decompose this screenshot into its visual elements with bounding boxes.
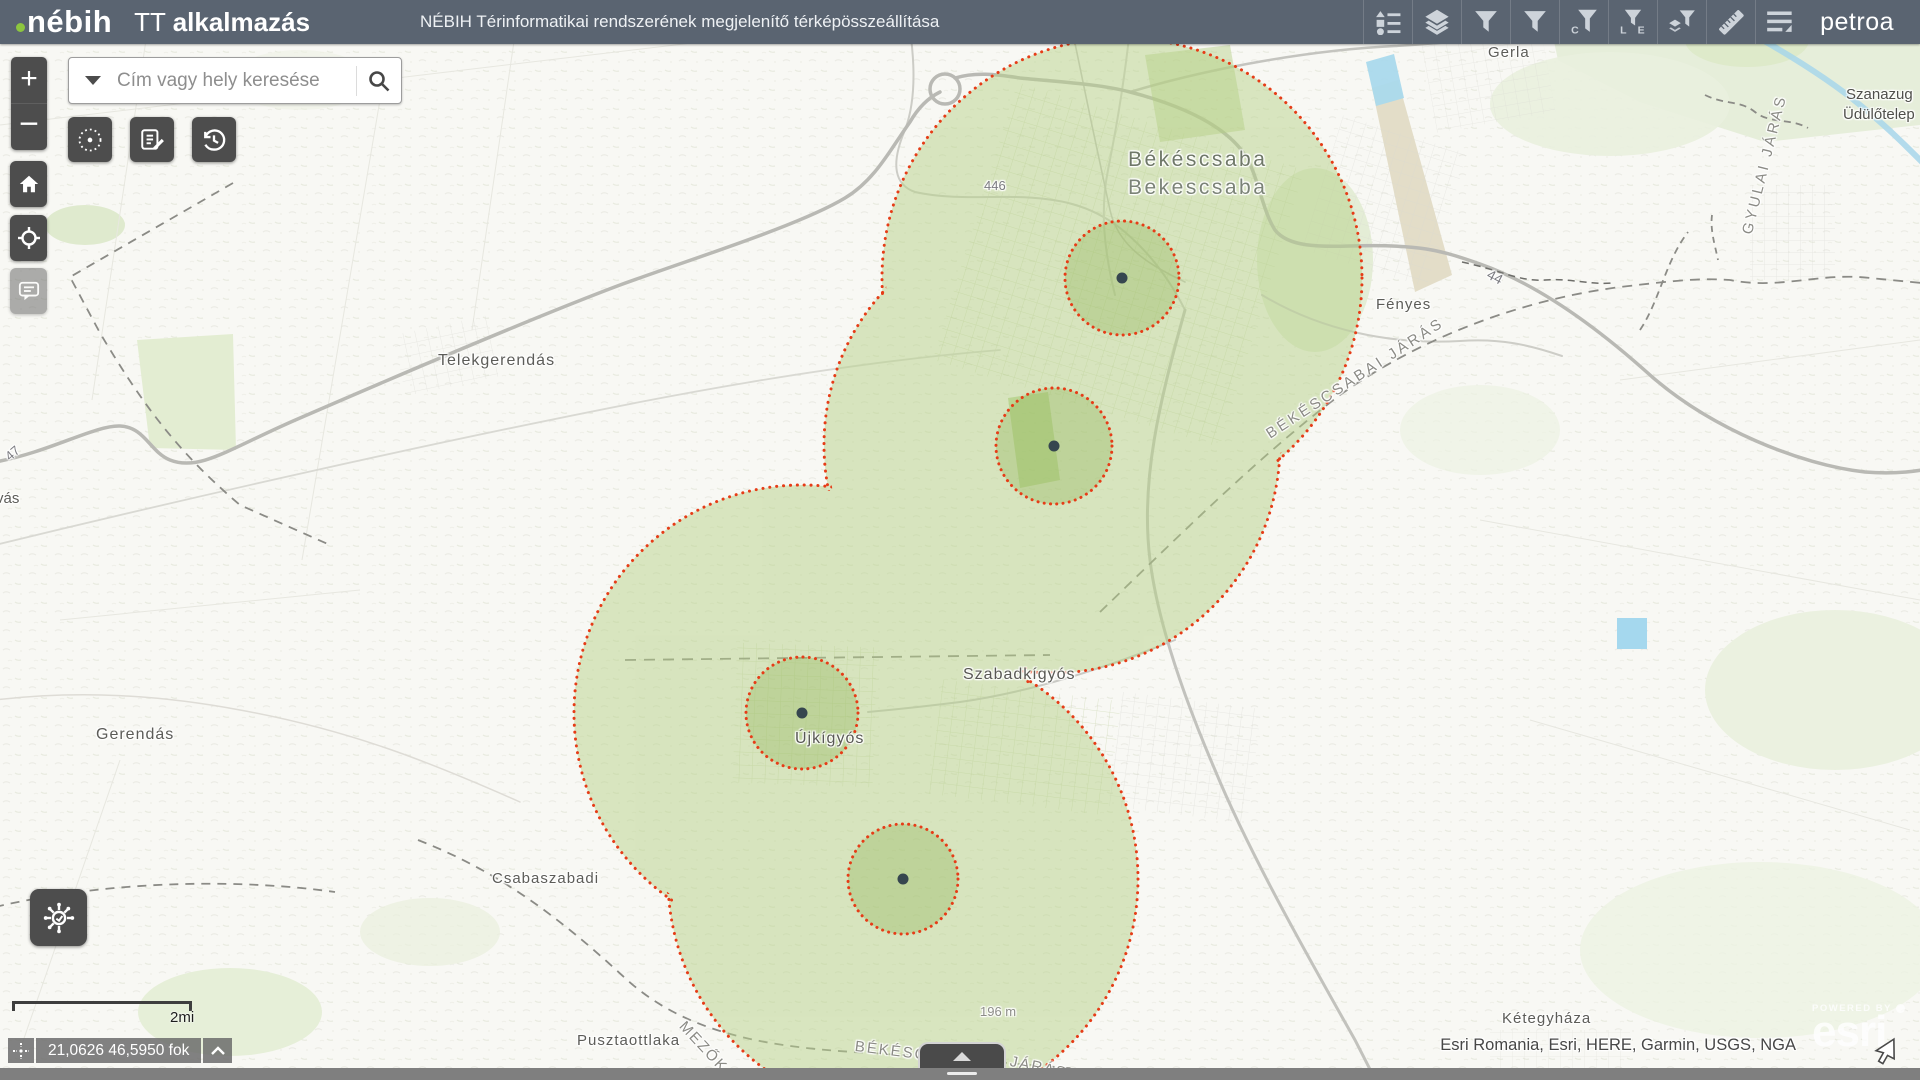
panel-drag-handle[interactable] <box>947 1072 977 1075</box>
locate-button[interactable] <box>10 215 47 261</box>
app-title-regular: TT <box>134 7 173 37</box>
report-edit-tool-button[interactable] <box>130 117 174 162</box>
coordinate-readout: 21,0626 46,5950 fok <box>36 1038 201 1063</box>
history-tool-button[interactable] <box>192 117 236 162</box>
app-window: BékéscsabaBekescsabaTelekgerendásGerendá… <box>0 0 1920 1080</box>
logo-text: nébih <box>27 0 112 44</box>
zoom-in-button[interactable]: + <box>11 57 47 103</box>
disease-layer-button[interactable] <box>30 889 87 946</box>
app-title: TT alkalmazás <box>134 7 310 38</box>
crosshair-icon[interactable] <box>8 1038 34 1063</box>
search-input[interactable] <box>117 70 356 92</box>
svg-text:L: L <box>1620 25 1627 36</box>
scale-bar: 2mi <box>12 1001 192 1004</box>
filter-icon[interactable] <box>1461 0 1510 44</box>
layer-filter-icon[interactable] <box>1657 0 1706 44</box>
zoom-out-button[interactable]: − <box>11 104 47 150</box>
search-source-dropdown[interactable] <box>69 58 117 103</box>
park-patch <box>1145 45 1245 142</box>
header-toolbar: C LE petroa <box>1363 0 1920 44</box>
attribute-panel-tab[interactable] <box>918 1042 1006 1068</box>
app-subtitle: NÉBIH Térinformatikai rendszerének megje… <box>420 0 939 44</box>
app-title-bold: alkalmazás <box>173 7 310 37</box>
legend-icon[interactable] <box>1363 0 1412 44</box>
svg-text:E: E <box>1638 25 1645 36</box>
map-canvas[interactable] <box>0 0 1920 1080</box>
buffer-tool-button[interactable] <box>68 117 112 162</box>
username[interactable]: petroa <box>1804 8 1920 37</box>
logo-dot-icon <box>16 23 25 32</box>
search-box <box>68 57 402 104</box>
chevron-down-icon <box>85 76 101 85</box>
layers-icon[interactable] <box>1412 0 1461 44</box>
filter-2-icon[interactable] <box>1510 0 1559 44</box>
comments-button[interactable] <box>10 268 47 314</box>
filter-le-icon[interactable]: LE <box>1608 0 1657 44</box>
map-attribution: Esri Romania, Esri, HERE, Garmin, USGS, … <box>1440 1036 1796 1055</box>
list-menu-icon[interactable] <box>1755 0 1804 44</box>
chevron-up-icon <box>953 1052 971 1061</box>
header-bar: nébih TT alkalmazás NÉBIH Térinformatika… <box>0 0 1920 44</box>
zoom-control: + − <box>11 57 47 150</box>
nebih-logo[interactable]: nébih <box>16 0 112 44</box>
measure-icon[interactable] <box>1706 0 1755 44</box>
filter-c-icon[interactable]: C <box>1559 0 1608 44</box>
coordinate-expand-button[interactable] <box>203 1038 232 1063</box>
home-button[interactable] <box>10 161 47 207</box>
coordinate-widget: 21,0626 46,5950 fok <box>8 1038 232 1063</box>
svg-text:C: C <box>1571 25 1579 36</box>
scale-label: 2mi <box>170 1009 194 1026</box>
search-button[interactable] <box>357 58 401 103</box>
